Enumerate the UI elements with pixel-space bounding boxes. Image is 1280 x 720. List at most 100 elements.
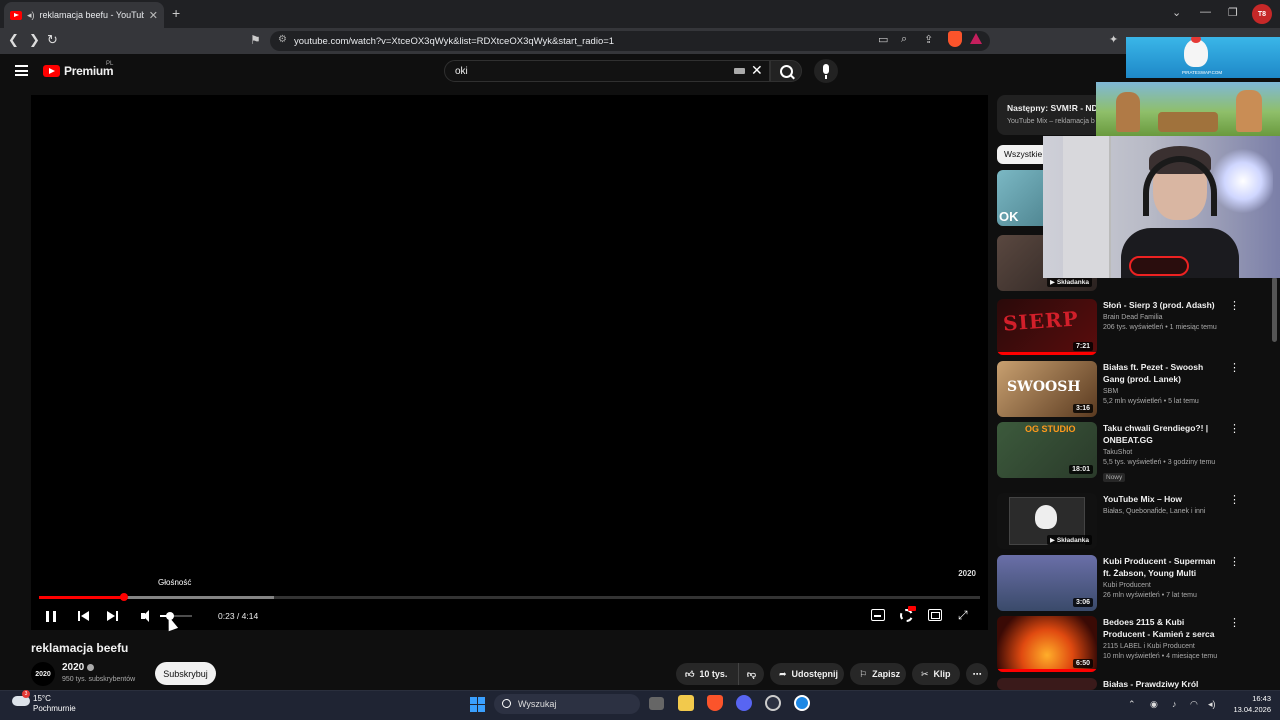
list-item[interactable]: ▶ Składanka YouTube Mix – How Białas, Qu… [997,493,1247,551]
brave-shields-icon[interactable] [948,31,962,47]
list-item[interactable]: 6:50 Bedoes 2115 & Kubi Producent - Kami… [997,616,1247,674]
youtube-logo[interactable]: Premium PL [43,61,114,78]
app-icon[interactable] [794,695,810,711]
rec-title[interactable]: Słoń - Sierp 3 (prod. Adash) [1103,299,1225,311]
minimize-icon[interactable]: — [1200,6,1211,18]
rec-menu-icon[interactable]: ⋮ [1229,299,1240,312]
filter-chip-all[interactable]: Wszystkie [997,145,1050,164]
rec-menu-icon[interactable]: ⋮ [1229,616,1240,629]
list-item[interactable]: OG STUDIO 18:01 Taku chwali Grendiego?! … [997,422,1247,482]
extensions-icon[interactable]: ✦ [1109,33,1118,46]
task-view-icon[interactable] [649,697,664,710]
list-item[interactable]: 3:06 Kubi Producent - Superman ft. Żabso… [997,555,1247,613]
address-bar-row: ❮ ❯ ↻ ⚑ ⚙ youtube.com/watch?v=XtceOX3qWy… [0,28,1280,54]
previous-icon[interactable] [78,610,90,622]
zoom-icon[interactable]: ⌕ [901,33,907,46]
list-item[interactable]: SIERP 7:21 Słoń - Sierp 3 (prod. Adash) … [997,299,1247,357]
miniplayer-icon[interactable] [928,609,942,621]
video-thumbnail[interactable]: ▶ Składanka [997,493,1097,549]
video-thumbnail[interactable] [997,678,1097,690]
hamburger-menu-icon[interactable] [15,65,28,76]
share-button[interactable]: ➦ Udostępnij [770,663,844,685]
pause-icon[interactable] [46,611,56,622]
browser-tab[interactable]: ◂) reklamacja beefu - YouTube ✕ [4,2,164,28]
rec-menu-icon[interactable]: ⋮ [1229,361,1240,374]
network-icon[interactable]: ◉ [1150,699,1158,710]
weather-text[interactable]: 15°C Pochmurnie [33,694,76,714]
file-explorer-icon[interactable] [678,695,694,711]
sidebar-scrollbar[interactable] [1272,277,1277,342]
new-tab-button[interactable]: + [172,5,180,21]
weather-widget[interactable]: 3 [12,690,32,706]
save-button[interactable]: ⚐ Zapisz [850,663,906,685]
taskbar-search[interactable]: Wyszukaj [494,694,640,714]
rec-title[interactable]: Białas - Prawdziwy Król [1103,678,1225,690]
windows-start-icon[interactable] [470,697,485,712]
wifi-icon[interactable]: ◠ [1190,699,1198,710]
rec-channel[interactable]: Brain Dead Familia [1103,314,1225,321]
tab-search-icon[interactable]: ⌄ [1172,6,1181,19]
list-item[interactable]: Białas - Prawdziwy Król [997,678,1247,690]
rec-menu-icon[interactable]: ⋮ [1229,493,1240,506]
list-item[interactable]: SWOOSH 3:16 Białas ft. Pezet - Swoosh Ga… [997,361,1247,419]
rec-channel[interactable]: TakuShot [1103,449,1225,456]
scrubber-handle[interactable] [119,593,128,601]
speaker-icon[interactable]: ◂) [27,10,35,21]
subtitles-icon[interactable] [871,609,885,621]
settings-icon[interactable] [900,606,916,622]
reload-icon[interactable]: ↻ [47,32,58,48]
restore-icon[interactable]: ❐ [1228,6,1238,19]
share-page-icon[interactable]: ⇪ [924,33,933,46]
site-info-icon[interactable]: ⚙ [278,34,287,45]
system-clock[interactable]: 16:43 13.04.2026 [1227,693,1271,715]
clip-button[interactable]: ✂ Klip [912,663,960,685]
thumbnail-text: SWOOSH [1007,379,1081,395]
video-thumbnail[interactable]: 3:06 [997,555,1097,611]
rec-title[interactable]: Kubi Producent - Superman ft. Żabson, Yo… [1103,555,1225,579]
fullscreen-icon[interactable]: ⤢ [958,609,970,621]
microphone-tray-icon[interactable]: ♪ [1172,699,1177,709]
video-thumbnail[interactable]: SIERP 7:21 [997,299,1097,355]
video-thumbnail[interactable]: OG STUDIO 18:01 [997,422,1097,478]
rec-channel[interactable]: Kubi Producent [1103,582,1225,589]
video-thumbnail[interactable]: 6:50 [997,616,1097,672]
volume-icon[interactable] [141,610,153,622]
cast-icon[interactable]: ▭ [878,33,888,46]
tray-overflow-icon[interactable]: ⌃ [1128,699,1136,710]
profile-avatar[interactable]: T8 [1252,4,1272,24]
video-player[interactable]: 2020 [31,95,988,630]
duration-badge: 3:06 [1072,598,1093,607]
search-button[interactable] [770,60,802,82]
channel-name[interactable]: 2020 [62,662,95,673]
discord-icon[interactable] [736,695,752,711]
rec-channel[interactable]: SBM [1103,388,1225,395]
voice-search-button[interactable] [814,59,838,83]
rec-title[interactable]: YouTube Mix – How [1103,493,1225,505]
subscribe-button[interactable]: Subskrybuj [155,662,216,685]
rec-menu-icon[interactable]: ⋮ [1229,422,1240,435]
clear-search-icon[interactable]: ✕ [751,62,763,79]
close-tab-icon[interactable]: ✕ [149,9,158,22]
rec-title[interactable]: Białas ft. Pezet - Swoosh Gang (prod. La… [1103,361,1225,385]
progress-bar[interactable] [39,593,980,601]
rec-title[interactable]: Bedoes 2115 & Kubi Producent - Kamień z … [1103,616,1225,640]
brave-browser-icon[interactable] [707,695,723,711]
bookmark-icon[interactable]: ⚑ [250,33,261,47]
more-actions-button[interactable]: ⋯ [966,663,988,685]
next-icon[interactable] [107,610,119,622]
brave-rewards-icon[interactable] [970,33,982,44]
rec-channel[interactable]: 2115 LABEL i Kubi Producent [1103,643,1225,650]
keyboard-icon[interactable] [734,68,745,74]
dislike-button[interactable]: 👎︎ [738,663,764,685]
channel-avatar[interactable]: 2020 [31,662,55,686]
volume-tray-icon[interactable]: ◂) [1208,699,1216,710]
rec-title[interactable]: Taku chwali Grendiego?! | ONBEAT.GG [1103,422,1225,446]
channel-name-text: 2020 [62,662,85,673]
back-icon[interactable]: ❮ [8,32,19,48]
steam-icon[interactable] [765,695,781,711]
rec-menu-icon[interactable]: ⋮ [1229,555,1240,568]
forward-icon[interactable]: ❯ [29,32,40,48]
search-input[interactable]: oki [444,60,770,82]
video-thumbnail[interactable]: SWOOSH 3:16 [997,361,1097,417]
like-button[interactable]: 👍︎ 10 tys. [676,663,738,685]
